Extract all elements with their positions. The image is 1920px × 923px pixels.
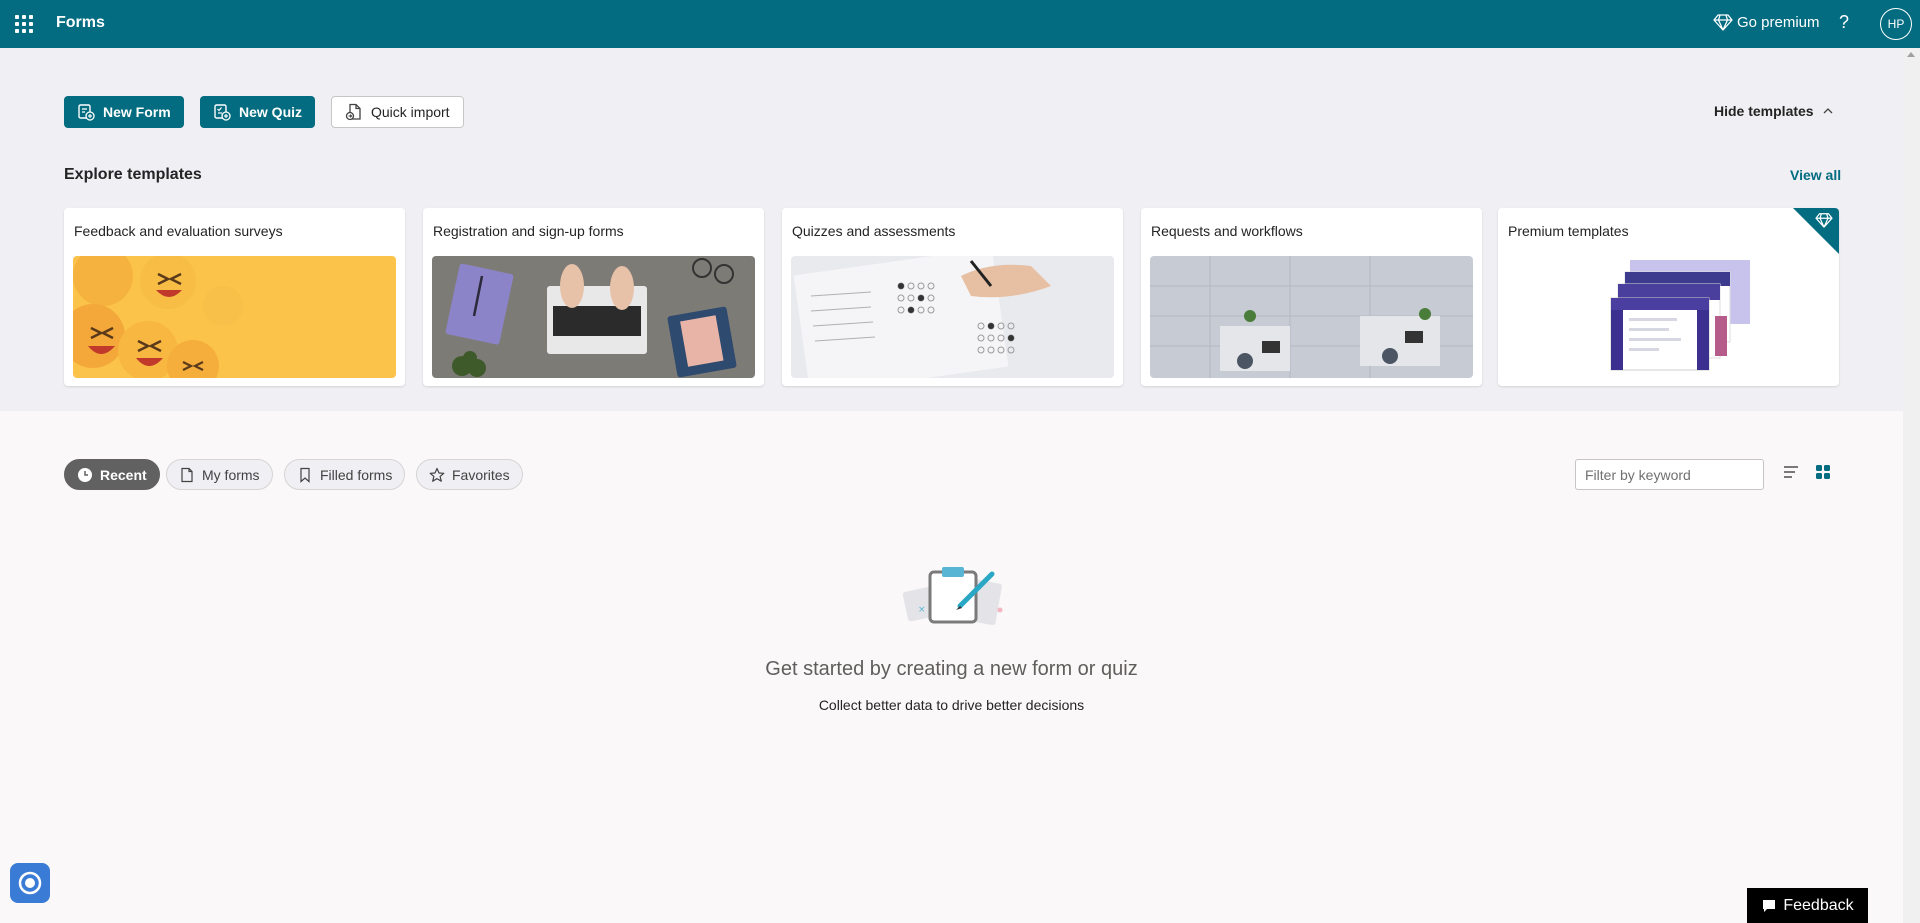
svg-text:×: × [918, 605, 926, 615]
new-form-button[interactable]: New Form [64, 96, 184, 128]
go-premium-button[interactable]: Go premium [1713, 13, 1820, 31]
filter-tab-my-forms[interactable]: My forms [166, 459, 273, 490]
clock-icon [78, 467, 92, 482]
assistant-icon [18, 871, 42, 895]
new-quiz-label: New Quiz [239, 104, 303, 120]
vertical-scrollbar[interactable] [1903, 48, 1920, 923]
filter-tab-label: Filled forms [320, 466, 393, 483]
empty-state-subtitle: Collect better data to drive better deci… [818, 697, 1085, 713]
template-card-feedback[interactable]: Feedback and evaluation surveys [64, 208, 405, 386]
avatar[interactable]: HP [1880, 8, 1912, 40]
new-quiz-icon [214, 104, 231, 121]
templates-section: New Form New Quiz Quick import Hide temp… [0, 48, 1903, 411]
diamond-icon [1713, 14, 1733, 31]
quick-import-label: Quick import [371, 104, 450, 120]
filter-tab-filled-forms[interactable]: Filled forms [284, 459, 406, 490]
new-quiz-button[interactable]: New Quiz [200, 96, 316, 128]
explore-templates-heading: Explore templates [64, 166, 202, 183]
diamond-icon [1815, 213, 1833, 228]
empty-state-title: Get started by creating a new form or qu… [765, 658, 1138, 680]
feedback-label: Feedback [1783, 896, 1854, 914]
view-all-link[interactable]: View all [1790, 167, 1841, 183]
template-card-quizzes[interactable]: Quizzes and assessments [782, 208, 1123, 386]
hide-templates-label: Hide templates [1714, 103, 1814, 119]
laptop-desk-image [432, 256, 755, 378]
chevron-up-icon [1823, 108, 1833, 114]
comment-icon [1763, 899, 1776, 912]
clipboard-illustration-icon: × [902, 567, 1003, 626]
office-aerial-image [1150, 256, 1473, 378]
help-icon[interactable]: ? [1839, 12, 1849, 33]
template-card-registration[interactable]: Registration and sign-up forms [423, 208, 764, 386]
app-title[interactable]: Forms [56, 14, 105, 32]
app-launcher-icon[interactable] [14, 14, 34, 34]
template-card-title: Premium templates [1508, 223, 1629, 239]
star-icon [429, 467, 445, 482]
template-card-title: Requests and workflows [1151, 223, 1303, 239]
new-form-icon [78, 104, 95, 121]
template-card-title: Feedback and evaluation surveys [74, 223, 283, 239]
import-file-icon [345, 103, 361, 121]
hide-templates-button[interactable]: Hide templates [1714, 103, 1834, 119]
go-premium-label: Go premium [1737, 13, 1820, 31]
document-icon [181, 467, 193, 482]
assistant-button[interactable] [10, 863, 50, 903]
filter-tab-label: Favorites [452, 466, 510, 483]
feedback-button[interactable]: Feedback [1747, 888, 1868, 923]
list-view-icon[interactable] [1782, 463, 1800, 481]
template-card-premium[interactable]: Premium templates [1498, 208, 1839, 386]
template-card-title: Registration and sign-up forms [433, 223, 624, 239]
template-card-requests[interactable]: Requests and workflows [1141, 208, 1482, 386]
filter-keyword-input[interactable] [1575, 459, 1764, 490]
filter-tab-label: Recent [100, 466, 147, 483]
scroll-up-icon[interactable] [1907, 52, 1915, 57]
answer-sheet-image [791, 256, 1114, 378]
new-form-label: New Form [103, 104, 171, 120]
filter-tab-favorites[interactable]: Favorites [416, 459, 523, 490]
grid-view-icon[interactable] [1814, 463, 1832, 481]
filter-tab-recent[interactable]: Recent [64, 459, 160, 490]
top-app-bar: Forms Go premium ? HP [0, 0, 1920, 48]
premium-templates-image [1507, 256, 1830, 378]
template-card-title: Quizzes and assessments [792, 223, 956, 239]
feedback-emoji-image [73, 256, 396, 378]
filter-tab-label: My forms [202, 466, 260, 483]
quick-import-button[interactable]: Quick import [331, 96, 464, 128]
bookmark-icon [300, 467, 310, 483]
